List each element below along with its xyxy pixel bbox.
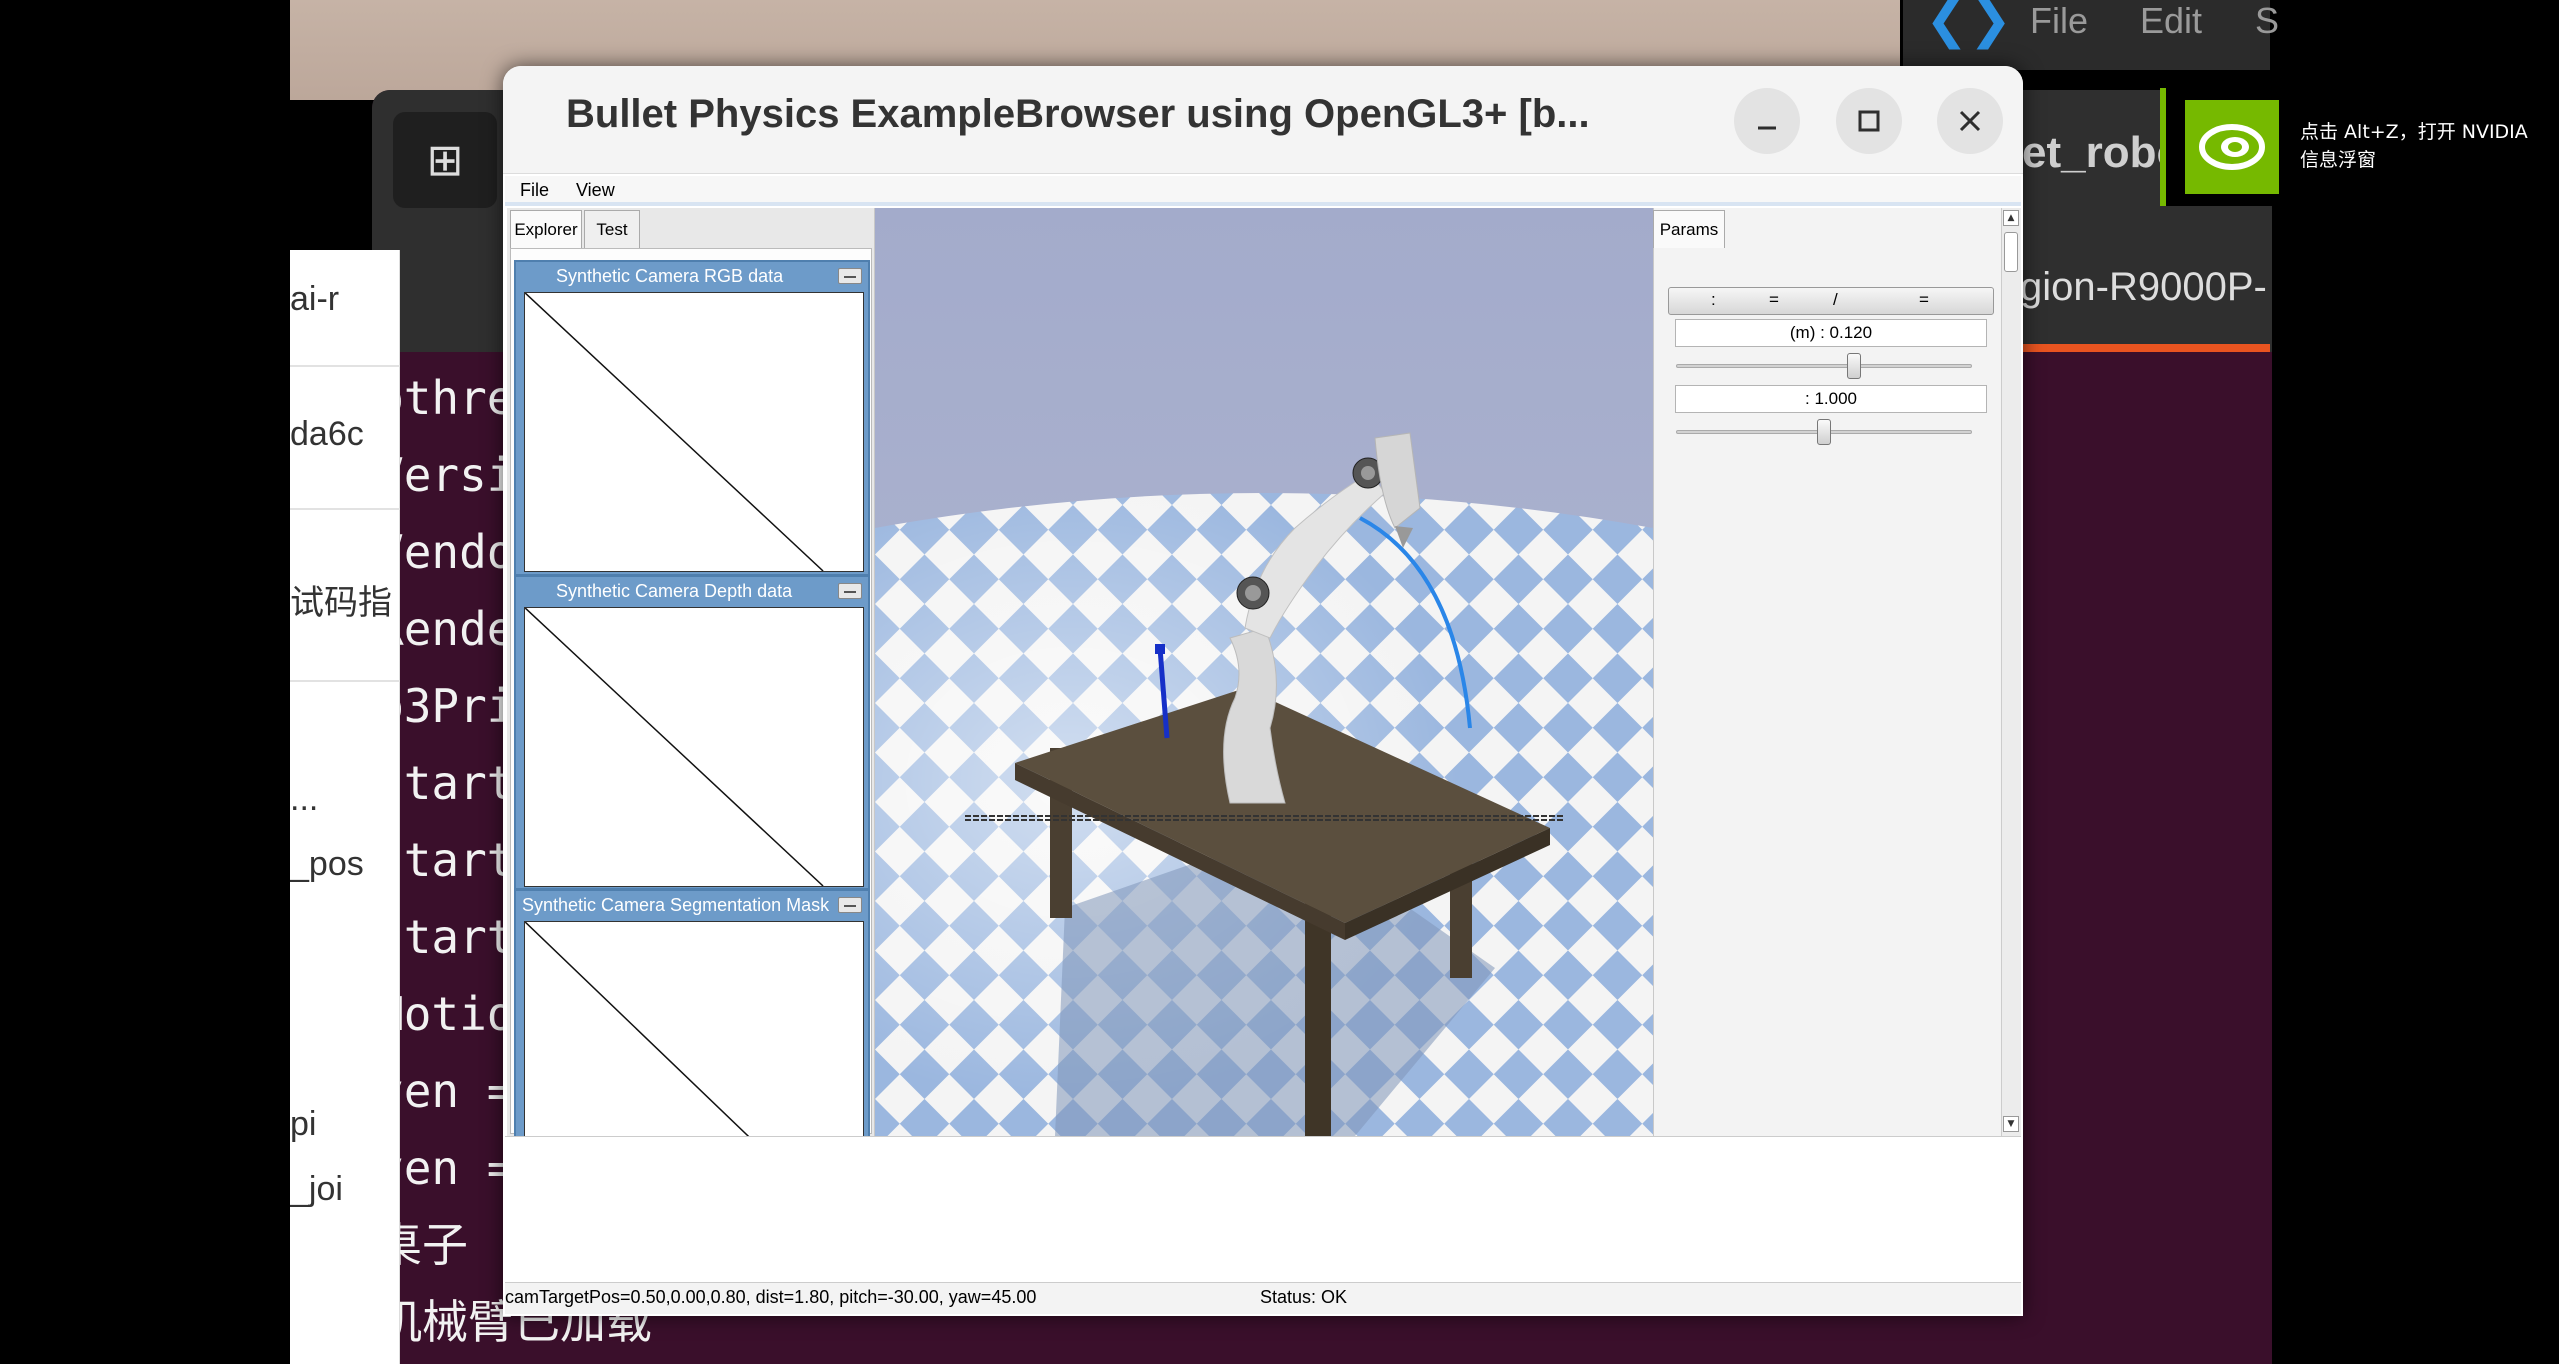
minimize-icon [1758,126,1776,130]
tab-test[interactable]: Test [584,210,640,248]
param-gripper-value[interactable]: (m) : 0.120 [1675,319,1987,347]
collapse-icon[interactable] [838,583,862,599]
scroll-thumb[interactable] [2004,232,2018,272]
camera-status-text: camTargetPos=0.50,0.00,0.80, dist=1.80, … [505,1287,1037,1307]
params-pane [1653,208,2021,1136]
vscode-icon: ❮❯ [1925,0,2013,50]
params-header-bar: : = / = [1668,287,1994,315]
divider [290,365,400,367]
menu-view[interactable]: View [576,180,615,201]
menu-file[interactable]: File [520,180,549,201]
camera-rgb-title: Synthetic Camera RGB data [556,266,784,286]
params-scrollbar[interactable] [2001,208,2021,1136]
params-header-cell: / [1833,290,1838,309]
side-text: da6c [290,415,364,453]
close-icon [1959,110,1981,132]
param-speed-value[interactable]: : 1.000 [1675,385,1987,413]
tab-params[interactable]: Params [1653,210,1725,248]
side-text: pi [290,1105,317,1143]
params-header-cell: = [1919,290,1929,309]
side-text: ai-r [290,280,340,318]
menu-bar [505,176,2021,206]
side-text: 试码指 [290,584,392,622]
nvidia-toast-text: 点击 Alt+Z，打开 NVIDIA 信息浮窗 [2300,121,2528,171]
camera-depth-image [524,607,864,887]
params-header-cell: : [1711,290,1716,309]
divider [290,508,400,510]
close-button[interactable] [1937,88,2003,154]
vscode-menu-more[interactable]: S [2255,0,2279,42]
params-header-cell: = [1769,290,1779,309]
collapse-icon[interactable] [838,268,862,284]
camera-rgb-panel[interactable]: Synthetic Camera RGB data [514,260,870,576]
active-tab-indicator [2022,344,2270,352]
background-browser-panel: ai-r da6c 试码指 ... _pos pi _joi [290,250,400,1364]
window-title: Bullet Physics ExampleBrowser using Open… [566,92,1590,136]
scroll-down-icon[interactable]: ▼ [2003,1116,2019,1132]
terminal-hostname: gion-R9000P- [2020,265,2267,309]
nvidia-logo-icon [2185,100,2279,194]
status-text: Status: OK [1260,1287,1348,1307]
minimize-button[interactable] [1734,88,1800,154]
3d-viewport[interactable] [875,208,1653,1136]
side-text: _pos [290,845,364,883]
vscode-menu-edit[interactable]: Edit [2140,0,2202,42]
param-gripper-slider-thumb[interactable] [1846,353,1861,379]
camera-depth-panel[interactable]: Synthetic Camera Depth data [514,575,870,890]
console-area [505,1136,2021,1282]
scroll-up-icon[interactable]: ▲ [2003,210,2019,226]
side-text: ... [290,780,319,818]
scene-render [875,208,1653,1136]
target-marker-head [1155,644,1165,654]
new-tab-icon[interactable]: ⊞ [393,112,497,208]
collapse-icon[interactable] [838,897,862,913]
divider [290,680,400,682]
camera-depth-title: Synthetic Camera Depth data [556,581,793,601]
camera-segmentation-title: Synthetic Camera Segmentation Mask [522,895,830,915]
maximize-icon [1858,110,1880,132]
maximize-button[interactable] [1836,88,1902,154]
side-text: _joi [290,1170,343,1208]
camera-rgb-image [524,292,864,572]
param-gripper-slider-track[interactable] [1676,364,1972,368]
tab-explorer[interactable]: Explorer [510,210,582,248]
param-speed-slider-thumb[interactable] [1817,419,1831,445]
vscode-menu-file[interactable]: File [2030,0,2088,42]
